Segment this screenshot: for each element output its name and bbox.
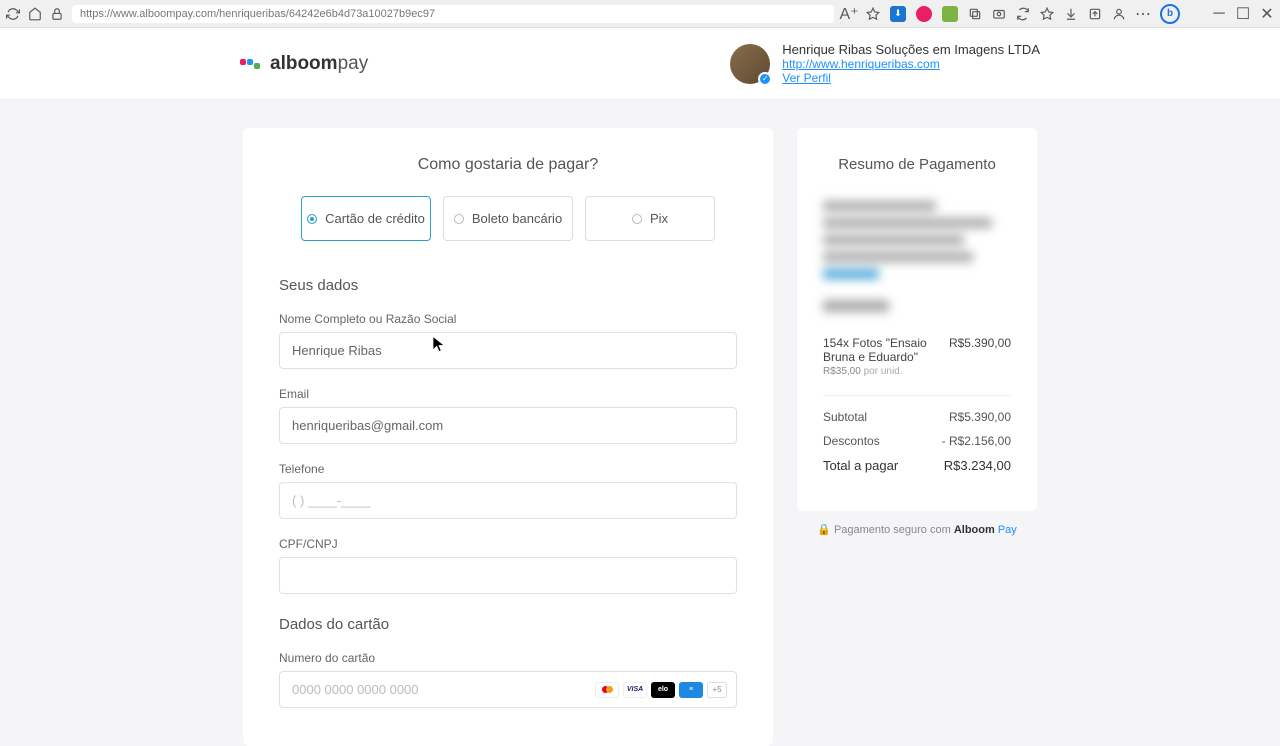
home-icon[interactable] [28,7,42,21]
cpf-label: CPF/CNPJ [279,537,737,551]
amex-icon: ≡ [679,682,703,698]
maximize-icon[interactable]: ☐ [1236,7,1250,21]
card-number-label: Numero do cartão [279,651,737,665]
secure-prefix: Pagamento seguro com [834,524,951,536]
section-your-data: Seus dados [279,277,737,294]
total-value: R$3.234,00 [944,458,1011,473]
more-icon[interactable]: ⋯ [1136,7,1150,21]
discount-label: Descontos [823,434,880,448]
line-item: 154x Fotos "Ensaio Bruna e Eduardo" R$5.… [823,336,1011,377]
radio-icon [454,214,464,224]
payment-method-group: Cartão de crédito Boleto bancário Pix [279,196,737,241]
subtotal-value: R$5.390,00 [949,410,1011,424]
verified-badge-icon: ✓ [758,72,772,86]
option-label: Cartão de crédito [325,211,425,226]
summary-column: Resumo de Pagamento 154x Fotos "Ensaio B… [797,128,1037,746]
discount-value: - R$2.156,00 [942,434,1011,448]
item-name: 154x Fotos "Ensaio Bruna e Eduardo" [823,336,943,364]
total-label: Total a pagar [823,458,898,473]
collections-icon[interactable] [968,7,982,21]
radio-icon [307,214,317,224]
discount-row: Descontos - R$2.156,00 [823,434,1011,448]
payment-card: Como gostaria de pagar? Cartão de crédit… [243,128,773,746]
secure-payment-note: 🔒 Pagamento seguro com Alboom Pay [797,523,1037,536]
text-size-icon[interactable]: A⁺ [842,7,856,21]
site-logo[interactable]: alboompay [240,53,368,75]
phone-label: Telefone [279,462,737,476]
download-icon[interactable] [1064,7,1078,21]
address-bar[interactable]: https://www.alboompay.com/henriqueribas/… [72,5,834,23]
name-label: Nome Completo ou Razão Social [279,312,737,326]
page-content: Como gostaria de pagar? Cartão de crédit… [0,100,1280,746]
option-pix[interactable]: Pix [585,196,715,241]
extension-icon[interactable]: ⬇ [890,6,906,22]
lock-icon [50,7,64,21]
cpf-input[interactable] [279,557,737,594]
visa-icon: VISA [623,682,647,698]
refresh-icon[interactable] [6,7,20,21]
screenshot-icon[interactable] [992,7,1006,21]
card-brand-icons: VISA elo ≡ +5 [595,682,727,698]
avatar: ✓ [730,44,770,84]
url-text: https://www.alboompay.com/henriqueribas/… [80,8,435,20]
mastercard-icon [595,682,619,698]
browser-titlebar: https://www.alboompay.com/henriqueribas/… [0,0,1280,28]
favorites-icon[interactable] [1040,7,1054,21]
name-input[interactable] [279,332,737,369]
close-icon[interactable]: ✕ [1260,7,1274,21]
secure-brand: Alboom [954,524,995,536]
share-icon[interactable] [1088,7,1102,21]
phone-input[interactable] [279,482,737,519]
vendor-block: ✓ Henrique Ribas Soluções em Imagens LTD… [730,42,1040,85]
option-boleto[interactable]: Boleto bancário [443,196,573,241]
logo-text-2: pay [338,53,369,74]
site-header: alboompay ✓ Henrique Ribas Soluções em I… [0,28,1280,100]
radio-icon [632,214,642,224]
payment-title: Como gostaria de pagar? [279,156,737,174]
email-input[interactable] [279,407,737,444]
item-price: R$5.390,00 [949,336,1011,350]
unit-suffix: por unid. [864,366,903,377]
payment-summary-card: Resumo de Pagamento 154x Fotos "Ensaio B… [797,128,1037,511]
summary-title: Resumo de Pagamento [823,156,1011,173]
total-row: Total a pagar R$3.234,00 [823,458,1011,473]
extension-icon[interactable] [916,6,932,22]
view-profile-link[interactable]: Ver Perfil [782,71,1040,85]
logo-text-1: alboom [270,53,338,74]
lock-icon: 🔒 [817,524,831,536]
vendor-name: Henrique Ribas Soluções em Imagens LTDA [782,42,1040,57]
option-label: Boleto bancário [472,211,562,226]
star-icon[interactable] [866,7,880,21]
option-credit-card[interactable]: Cartão de crédito [301,196,431,241]
minimize-icon[interactable]: ─ [1212,7,1226,21]
subtotal-row: Subtotal R$5.390,00 [823,410,1011,424]
blurred-vendor-details [823,201,1011,312]
secure-pay: Pay [998,524,1017,536]
subtotal-label: Subtotal [823,410,867,424]
unit-price: R$35,00 [823,366,861,377]
elo-icon: elo [651,682,675,698]
section-card-data: Dados do cartão [279,616,737,633]
profile-icon[interactable] [1112,7,1126,21]
sync-icon[interactable] [1016,7,1030,21]
bing-icon[interactable]: b [1160,4,1180,24]
email-label: Email [279,387,737,401]
vendor-url-link[interactable]: http://www.henriqueribas.com [782,57,1040,71]
extension-icon[interactable] [942,6,958,22]
more-brands-badge: +5 [707,682,727,698]
option-label: Pix [650,211,668,226]
